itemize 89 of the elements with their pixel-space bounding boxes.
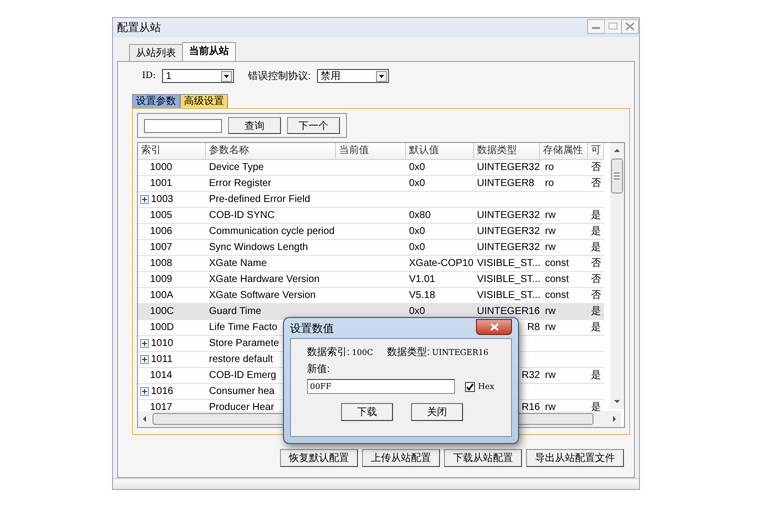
- table-cell-text: UINTEGER32: [477, 209, 540, 223]
- table-cell-text: rw: [545, 321, 556, 335]
- table-cell-text: XGate Name: [209, 257, 267, 271]
- table-cell-text: 否: [591, 161, 601, 175]
- dialog-title: 设置数值: [290, 322, 334, 336]
- table-cell-text: 1011: [151, 353, 173, 367]
- table-cell-text: 1000: [150, 161, 172, 175]
- table-cell-text: ro: [545, 161, 554, 175]
- table-cell-text: 是: [591, 305, 601, 319]
- table-cell-text: rw: [545, 305, 556, 319]
- table-cell-text: R8: [527, 321, 540, 335]
- table-cell-text: XGate Software Version: [209, 289, 316, 303]
- table-cell-text: 1010: [151, 337, 174, 351]
- table-cell-text: UINTEGER16: [477, 305, 540, 319]
- table-cell-text: 1009: [150, 273, 172, 287]
- table-cell-text: 100D: [150, 321, 174, 335]
- hex-label: Hex: [478, 382, 494, 391]
- table-cell-text: VISIBLE_ST...: [477, 289, 540, 303]
- table-cell-text: UINTEGER8: [477, 177, 534, 191]
- table-cell-text: rw: [545, 225, 556, 239]
- table-cell-text: 否: [591, 257, 601, 271]
- table-cell-text: rw: [545, 209, 556, 223]
- table-cell-text: Device Type: [209, 161, 264, 175]
- table-cell-text: restore default: [209, 353, 273, 367]
- table-cell-text: 是: [591, 321, 601, 335]
- table-cell-text: const: [545, 289, 569, 303]
- table-cell-text: V1.01: [409, 273, 436, 287]
- table-cell-text: 1006: [150, 225, 172, 239]
- table-cell-text: UINTEGER32: [477, 225, 540, 239]
- table-cell-text: 是: [591, 241, 601, 255]
- table-cell-text: Consumer hea: [209, 385, 275, 399]
- table-cell-text: ro: [545, 177, 554, 191]
- table-cell-text: 1001: [150, 177, 172, 191]
- window-title: 配置从站: [117, 21, 161, 35]
- table-cell-text: COB-ID Emerg: [209, 369, 276, 383]
- table-cell-text: 0x80: [409, 209, 431, 223]
- table-cell-text: VISIBLE_ST...: [477, 257, 540, 271]
- type-label: 数据类型:: [387, 346, 430, 359]
- table-cell-text: 1003: [151, 193, 174, 207]
- table-cell-text: 是: [591, 225, 601, 239]
- table-cell-text: 否: [591, 177, 601, 191]
- table-cell-text: R16: [522, 401, 540, 415]
- table-cell-text: 1016: [151, 385, 174, 399]
- table-cell-text: 否: [591, 273, 601, 287]
- table-cell-text: 是: [591, 401, 601, 415]
- id-label: ID:: [142, 71, 156, 81]
- table-cell-text: Producer Hear: [209, 401, 274, 415]
- table-cell-text: 1014: [150, 369, 172, 383]
- table-cell-text: const: [545, 257, 569, 271]
- table-cell-text: Life Time Facto: [209, 321, 278, 335]
- table-cell-text: XGate Hardware Version: [209, 273, 320, 287]
- table-cell-text: 1005: [150, 209, 172, 223]
- table-cell-text: const: [545, 273, 569, 287]
- table-cell-text: R32: [522, 369, 540, 383]
- table-cell-text: XGate-COP10: [409, 257, 474, 271]
- table-cell-text: UINTEGER32: [477, 161, 540, 175]
- table-cell-text: Communication cycle period: [209, 225, 335, 239]
- index-value: 100C: [352, 346, 374, 358]
- new-value-label: 新值:: [307, 362, 331, 376]
- table-cell-text: 0x0: [409, 177, 426, 191]
- table-cell-text: UINTEGER32: [477, 241, 540, 255]
- table-cell-text: Guard Time: [209, 305, 262, 319]
- table-cell-text: 1008: [150, 257, 172, 271]
- table-cell-text: COB-ID SYNC: [209, 209, 275, 223]
- table-cell-text: 100C: [150, 305, 174, 319]
- table-cell-text: 0x0: [409, 305, 426, 319]
- table-cell-text: rw: [545, 401, 556, 415]
- table-cell-text: rw: [545, 369, 556, 383]
- table-cell-text: 100A: [150, 289, 174, 303]
- protocol-label: 错误控制协议:: [248, 70, 311, 83]
- table-cell-text: 0x0: [409, 161, 426, 175]
- dropdown-value: 1: [166, 70, 172, 82]
- table-cell-text: Store Paramete: [209, 337, 280, 351]
- table-cell-text: Sync Windows Length: [209, 241, 308, 255]
- table-cell-text: Error Register: [209, 177, 272, 191]
- table-cell-text: 否: [591, 289, 601, 303]
- table-cell-text: 1007: [150, 241, 172, 255]
- index-label: 数据索引:: [307, 346, 350, 359]
- table-cell-text: V5.18: [409, 289, 436, 303]
- type-value: UINTEGER16: [432, 346, 488, 358]
- table-cell-text: 是: [591, 209, 601, 223]
- table-cell-text: Pre-defined Error Field: [209, 193, 310, 207]
- table-cell-text: 是: [591, 369, 601, 383]
- table-cell-text: 1017: [150, 401, 172, 415]
- table-cell-text: rw: [545, 241, 556, 255]
- table-cell-text: 0x0: [409, 225, 426, 239]
- dropdown-value: 禁用: [320, 70, 341, 83]
- table-cell-text: VISIBLE_ST...: [477, 273, 540, 287]
- table-cell-text: 0x0: [409, 241, 426, 255]
